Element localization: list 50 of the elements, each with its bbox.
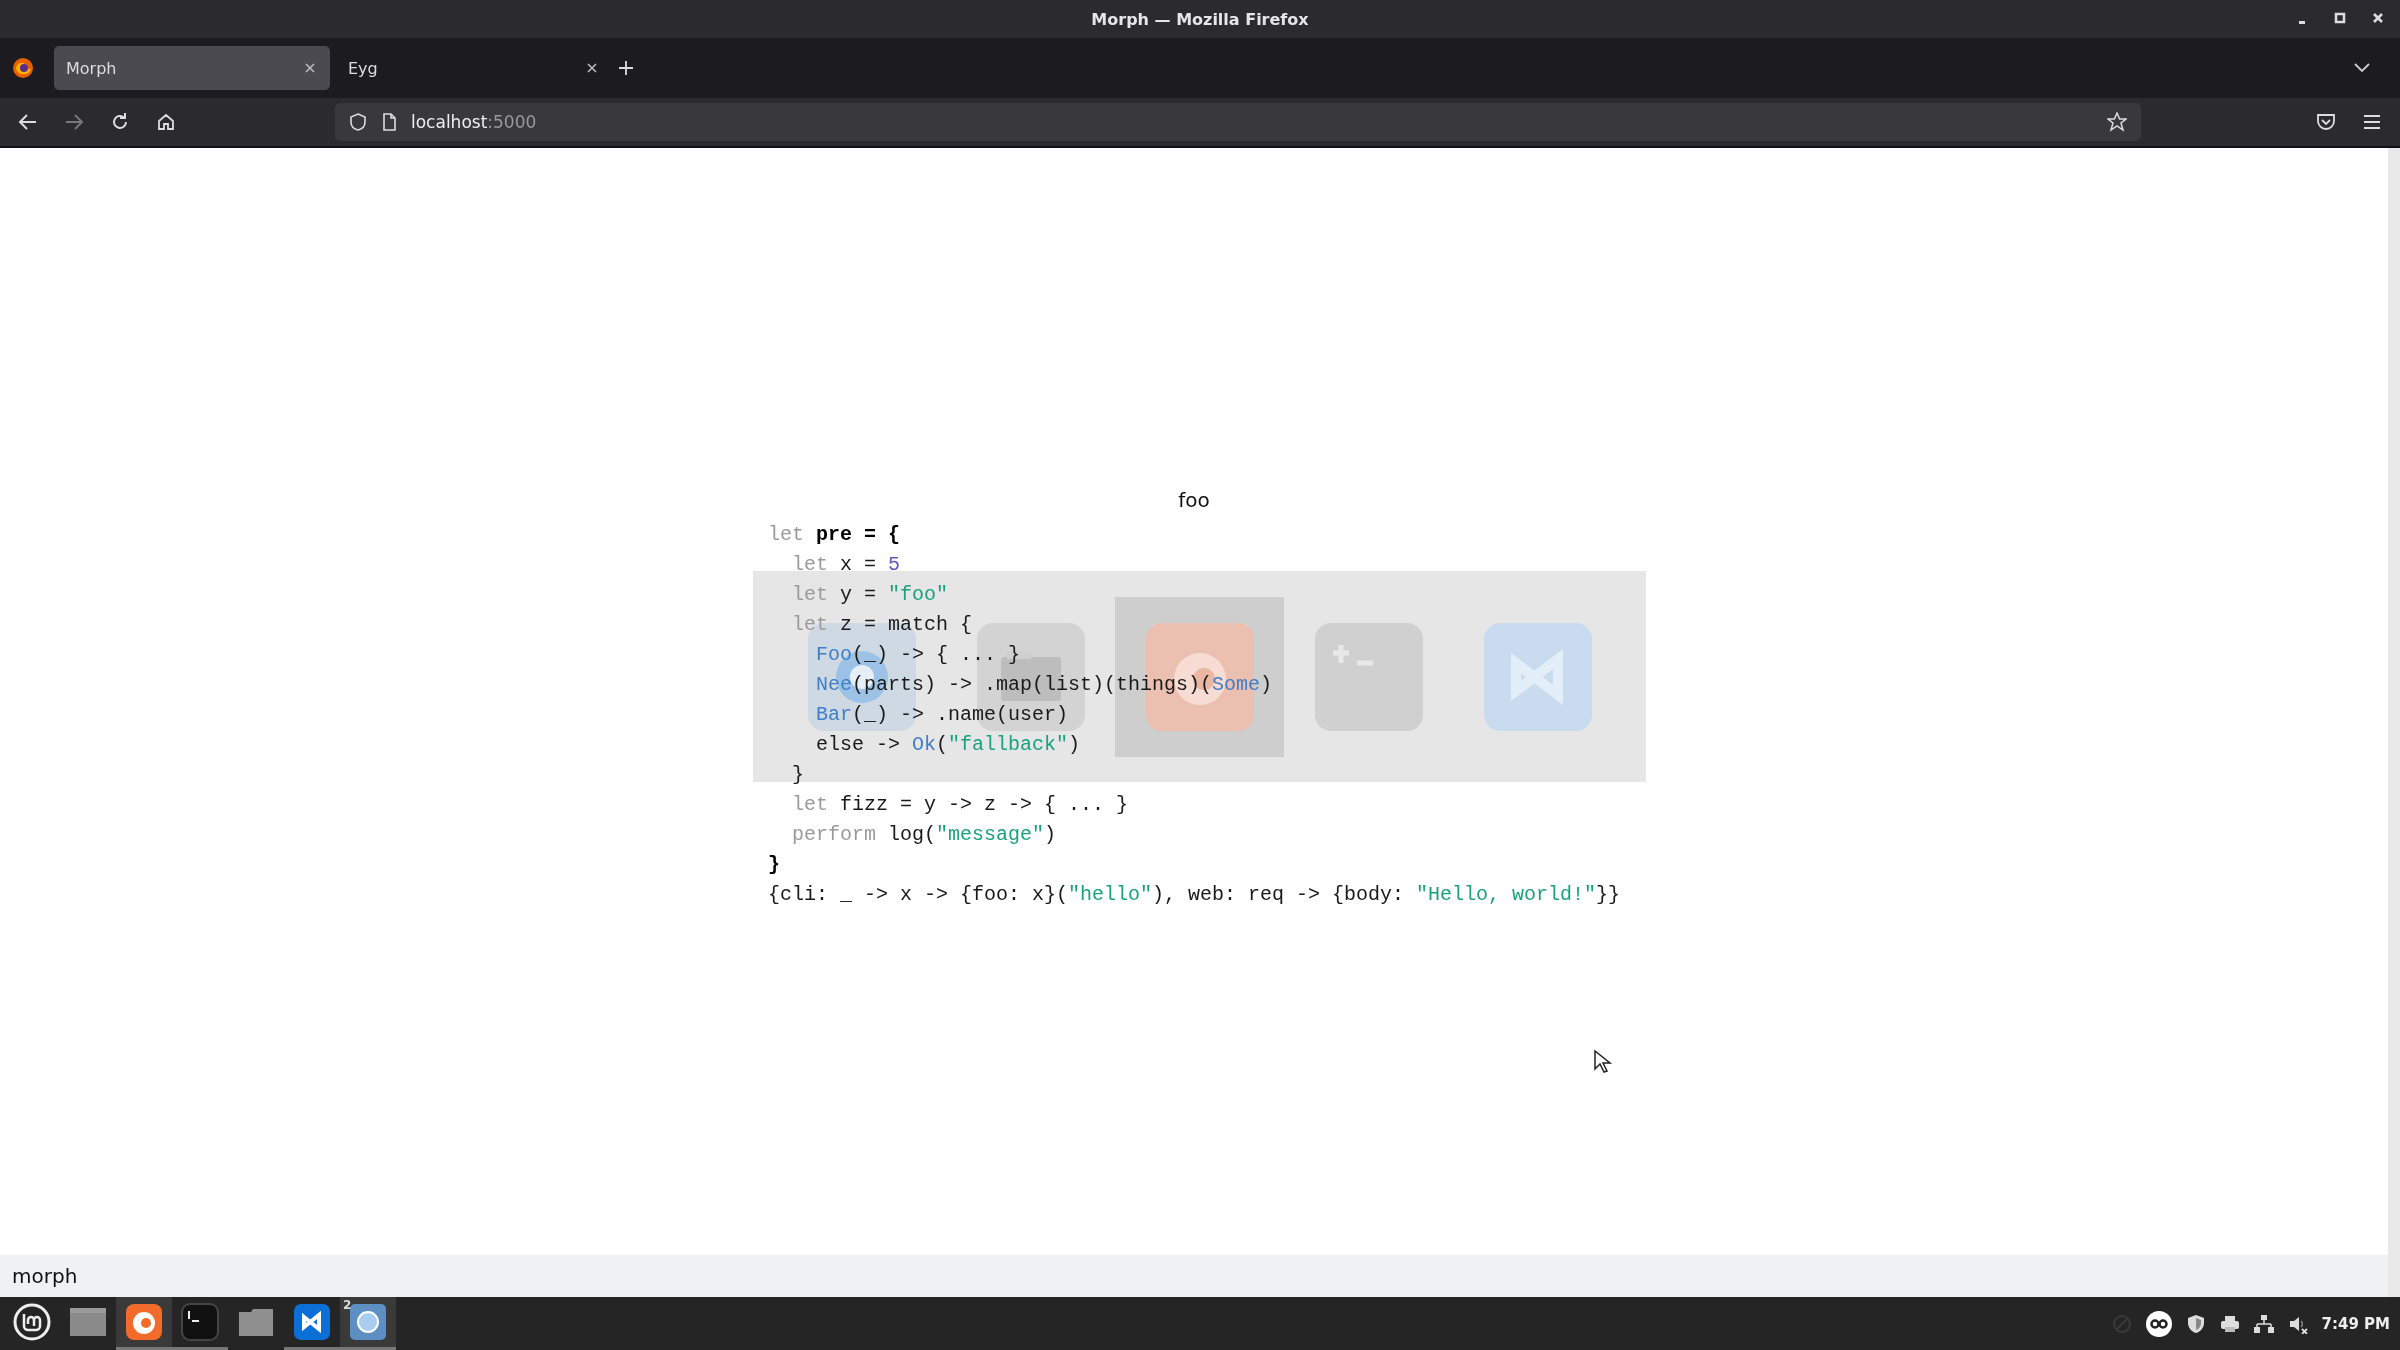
code-line: Nee(parts) -> .map(list)(things)(Some) [814,672,1272,698]
code-line: let fizz = y -> z -> { ... } [790,792,1128,818]
firefox-icon[interactable] [10,55,36,81]
code-line: Foo(_) -> { ... } [814,642,1020,668]
mouse-cursor-icon [1593,1049,1613,1075]
home-icon[interactable] [156,112,176,132]
back-icon[interactable] [18,112,38,132]
close-icon[interactable] [304,62,316,74]
mint-menu-icon [12,1302,52,1342]
close-icon[interactable] [586,62,598,74]
code-line: {cli: _ -> x -> {foo: x}("hello"), web: req -> {body: "Hello, world!"}} [767,882,1621,908]
tab-title: Morph [66,58,117,78]
maximize-icon[interactable] [2332,10,2348,26]
pocket-icon[interactable] [2316,112,2336,132]
code-line: let x = 5 [790,552,900,578]
code-line: perform log("message") [790,822,1056,848]
code-line: let y = "foo" [790,582,948,608]
code-line: let pre = { [767,522,900,548]
menu-icon[interactable] [2362,112,2382,132]
code-line: else -> Ok("fallback") [814,732,1080,758]
status-text: morph [12,1264,78,1288]
forward-icon[interactable] [64,112,84,132]
shield-icon[interactable] [2185,1313,2206,1334]
network-icon[interactable] [2253,1313,2274,1334]
code-line: let z = match { [790,612,972,638]
plus-icon[interactable] [618,60,634,76]
taskbar-button[interactable]: 2 [340,1297,396,1350]
taskbar-button[interactable] [116,1297,172,1350]
window-title: Morph — Mozilla Firefox [1091,9,1309,29]
browser-tab[interactable]: Morph [54,46,330,90]
window-count-label: 2 [343,1298,352,1312]
infinity-icon[interactable] [2145,1310,2172,1337]
terminal-icon [180,1302,220,1342]
address-field[interactable]: localhost:5000 [335,103,2141,141]
code-line: Bar(_) -> .name(user) [814,702,1068,728]
bookmark-star-icon[interactable] [2107,112,2127,132]
printer-icon[interactable] [2219,1313,2240,1334]
shield-icon [349,113,367,131]
browser-tab[interactable]: Eyg [336,46,612,90]
fox-icon [124,1302,164,1342]
tab-title: Eyg [348,58,378,78]
chevron-down-icon[interactable] [2354,63,2370,73]
page-heading: foo [1178,488,1210,512]
url-text: localhost:5000 [411,112,537,132]
clock[interactable]: 7:49 PM [2321,1314,2390,1333]
code-editor-icon [292,1302,332,1342]
page-icon [381,113,397,131]
reload-icon[interactable] [110,112,130,132]
code-line: } [767,852,780,878]
code-line: } [790,762,804,788]
